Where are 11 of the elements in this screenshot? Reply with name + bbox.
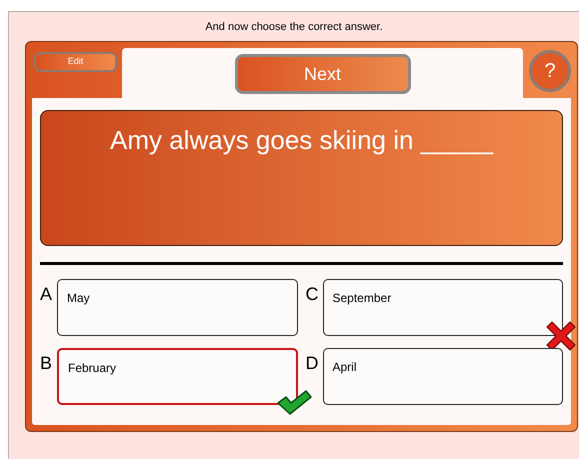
- answer-option[interactable]: September: [322, 279, 563, 336]
- answer-option[interactable]: April: [322, 348, 563, 405]
- answer-letter: D: [306, 352, 320, 372]
- answer-letter: C: [306, 283, 320, 303]
- instruction-text: And now choose the correct answer.: [204, 20, 384, 35]
- help-button[interactable]: ?: [529, 50, 571, 92]
- answer-option[interactable]: May: [57, 279, 298, 336]
- question-card: Amy always goes skiing in _____: [40, 110, 563, 246]
- answer-letter: B: [40, 352, 54, 372]
- answer-option[interactable]: February: [57, 348, 298, 405]
- answer-letter: A: [40, 283, 54, 303]
